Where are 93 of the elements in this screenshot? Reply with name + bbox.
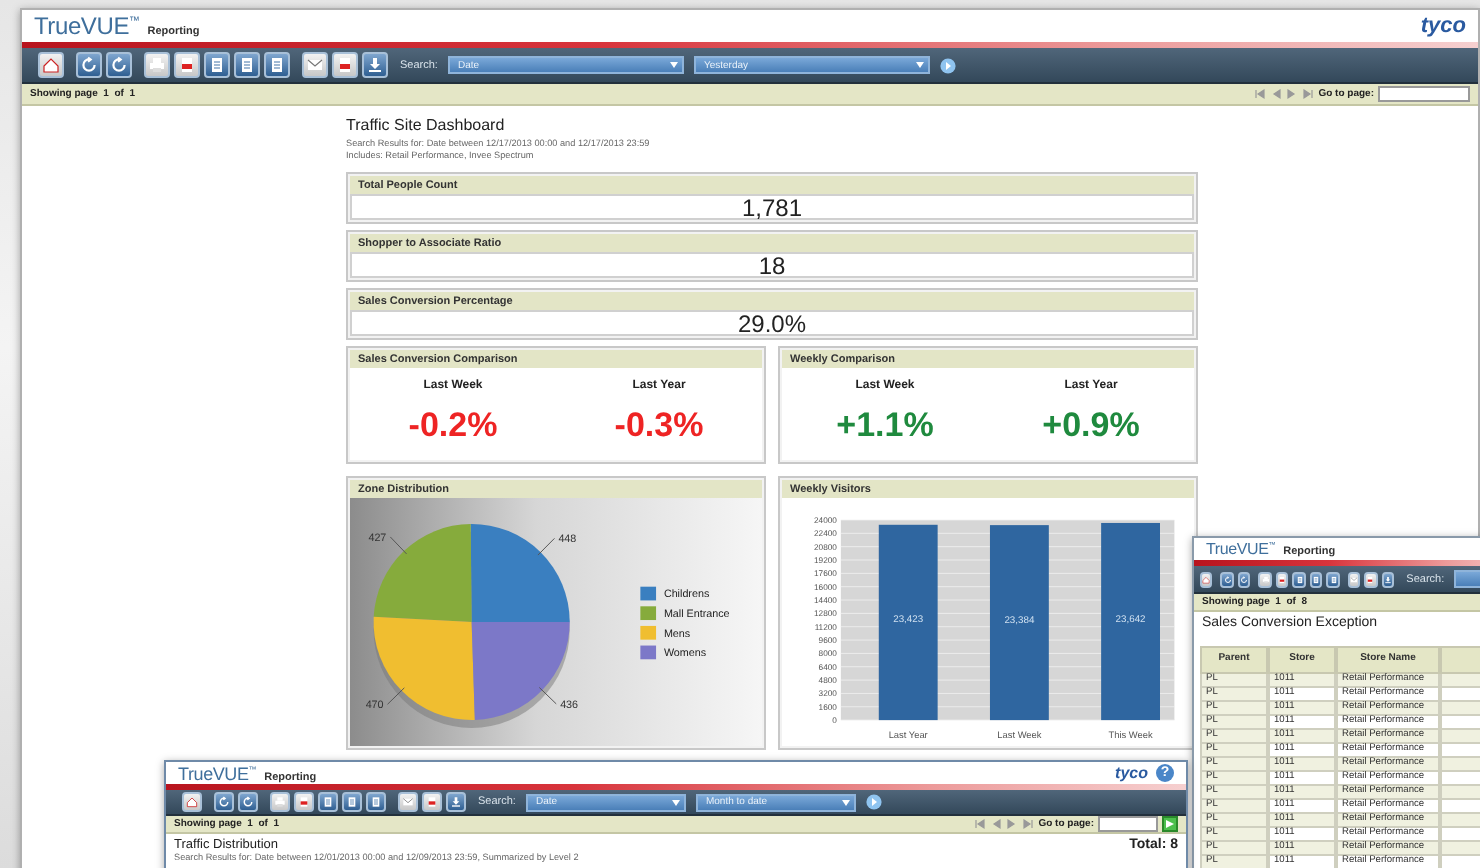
- home-button[interactable]: [182, 792, 202, 812]
- comparison-value: -0.2%: [408, 406, 498, 446]
- refresh-icon: [110, 56, 128, 74]
- download-icon: [366, 56, 384, 74]
- page-input[interactable]: [1098, 816, 1158, 832]
- home-button[interactable]: [38, 52, 64, 78]
- comparison-value: +1.1%: [836, 406, 934, 446]
- brand-logo: tyco: [1420, 14, 1466, 38]
- download-button[interactable]: [362, 52, 388, 78]
- comparison-value: -0.3%: [614, 406, 704, 446]
- report-title: Traffic Site Dashboard: [346, 116, 507, 134]
- envelope-icon: [306, 56, 324, 74]
- refresh-icon: [242, 796, 254, 808]
- document-button[interactable]: [1326, 571, 1340, 587]
- refresh-icon: [218, 796, 230, 808]
- download-icon: [450, 796, 462, 808]
- house-icon: [1202, 575, 1211, 583]
- refresh-button[interactable]: [1237, 571, 1251, 587]
- go-button[interactable]: [1162, 816, 1178, 832]
- caret-icon: [669, 62, 678, 68]
- refresh-icon: [1240, 575, 1249, 583]
- leader-line: [389, 536, 408, 555]
- printer-icon: [1261, 575, 1270, 583]
- legend-swatch: [640, 645, 657, 660]
- document-icon: [426, 796, 438, 808]
- envelope-icon: [402, 796, 414, 808]
- export-button[interactable]: [174, 52, 200, 78]
- caret-icon: [841, 799, 850, 805]
- document-button[interactable]: [318, 792, 338, 812]
- export-button[interactable]: [422, 792, 442, 812]
- document-button[interactable]: [366, 792, 386, 812]
- document-icon: [322, 796, 334, 808]
- export-button[interactable]: [294, 792, 314, 812]
- house-icon: [42, 56, 60, 74]
- export-button[interactable]: [1364, 571, 1378, 587]
- leader-line: [387, 687, 405, 705]
- metric-value: 1,781: [350, 194, 1194, 220]
- document-icon: [1329, 575, 1338, 583]
- document-button[interactable]: [342, 792, 362, 812]
- leader-line: [538, 687, 557, 705]
- download-button[interactable]: [1381, 571, 1395, 587]
- document-icon: [178, 56, 196, 74]
- home-button[interactable]: [1200, 571, 1213, 587]
- export-button[interactable]: [332, 52, 358, 78]
- refresh-icon: [80, 56, 98, 74]
- legend-swatch: [640, 606, 657, 621]
- leader-line: [537, 537, 555, 556]
- go-icon[interactable]: [865, 794, 882, 810]
- document-icon: [298, 796, 310, 808]
- legend-swatch: [640, 625, 657, 640]
- email-button[interactable]: [398, 792, 418, 812]
- email-button[interactable]: [302, 52, 328, 78]
- refresh-button[interactable]: [76, 52, 102, 78]
- document-icon: [1278, 575, 1287, 583]
- document-icon: [238, 56, 256, 74]
- comparison-value: +0.9%: [1042, 406, 1140, 446]
- house-icon: [186, 796, 198, 808]
- print-button[interactable]: [270, 792, 290, 812]
- refresh-button[interactable]: [1220, 571, 1234, 587]
- export-button[interactable]: [1275, 571, 1289, 587]
- document-button[interactable]: [264, 52, 290, 78]
- refresh-button[interactable]: [106, 52, 132, 78]
- page-input[interactable]: [1378, 86, 1470, 102]
- document-button[interactable]: [204, 52, 230, 78]
- document-icon: [1295, 575, 1304, 583]
- refresh-icon: [1223, 575, 1232, 583]
- download-icon: [1383, 575, 1392, 583]
- document-icon: [370, 796, 382, 808]
- refresh-button[interactable]: [214, 792, 234, 812]
- brand-logo: tyco: [1115, 764, 1148, 782]
- caret-icon: [671, 799, 680, 805]
- document-icon: [336, 56, 354, 74]
- metric-value: 29.0%: [350, 310, 1194, 336]
- document-button[interactable]: [1292, 571, 1306, 587]
- document-icon: [208, 56, 226, 74]
- metric-value: 18: [350, 252, 1194, 278]
- document-icon: [268, 56, 286, 74]
- document-button[interactable]: [234, 52, 260, 78]
- refresh-button[interactable]: [238, 792, 258, 812]
- printer-icon: [148, 56, 166, 74]
- document-button[interactable]: [1309, 571, 1323, 587]
- document-icon: [1312, 575, 1321, 583]
- legend-swatch: [640, 586, 657, 601]
- envelope-icon: [1349, 575, 1358, 583]
- go-icon[interactable]: [939, 57, 956, 73]
- printer-icon: [274, 796, 286, 808]
- product-logo: TrueVUE$^{™}$: [34, 12, 140, 40]
- email-button[interactable]: [1347, 571, 1361, 587]
- print-button[interactable]: [1258, 571, 1272, 587]
- document-icon: [346, 796, 358, 808]
- download-button[interactable]: [446, 792, 466, 812]
- caret-icon: [915, 62, 924, 68]
- document-icon: [1366, 575, 1375, 583]
